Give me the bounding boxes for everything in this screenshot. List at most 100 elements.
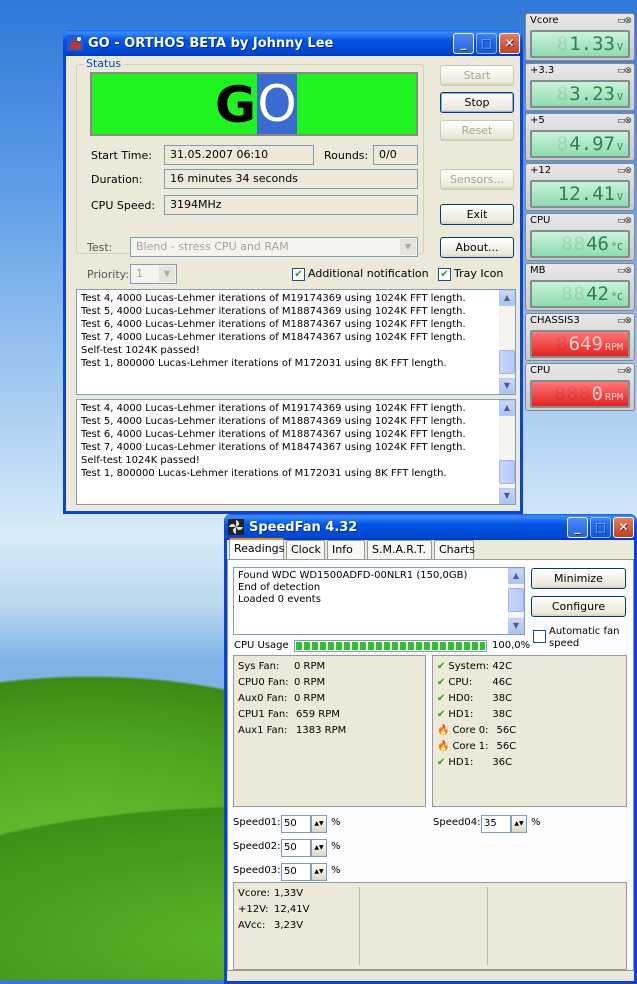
tab-info[interactable]: Info [327,540,365,559]
speed-stepper[interactable]: 50 ▲▼% [281,815,341,833]
start-button[interactable]: Start [440,65,514,86]
gadget-controls-icon[interactable]: ▭⊗ [617,266,632,276]
sensor-gadget[interactable]: +12 ▭⊗ 12.41 V [525,163,635,211]
priority-select[interactable]: 1 ▼ [130,264,177,284]
scroll-down-icon[interactable]: ▼ [508,618,524,634]
scroll-up-icon[interactable]: ▲ [499,290,515,306]
gadget-display-ghost: 8 [556,33,570,55]
sensors-button[interactable]: Sensors... [440,169,514,190]
minimize-button[interactable]: _ [567,516,588,538]
speed-label: Speed04: [433,817,481,828]
scroll-up-icon[interactable]: ▲ [499,400,515,416]
gadget-display: 8846 °C [530,230,630,258]
log-pane-2[interactable]: Test 4, 4000 Lucas-Lehmer iterations of … [76,399,516,505]
scroll-thumb[interactable] [499,460,515,484]
speed-stepper[interactable]: 50 ▲▼% [281,863,341,881]
tray-icon-checkbox[interactable]: ✔ Tray Icon [438,267,503,281]
go-status-display: G O [90,72,418,136]
fan-readings-panel: Sys Fan: 0 RPM CPU0 Fan: 0 RPM Aux0 Fan: 0 RP… [233,655,426,807]
cpu-usage-bar-fill [296,642,485,650]
speed-stepper[interactable]: 35 ▲▼% [481,815,541,833]
gadget-display-ghost: 8 [556,83,570,105]
close-button[interactable]: ✕ [499,32,520,54]
speed-stepper-arrows-icon[interactable]: ▲▼ [311,839,327,857]
fan-value: 659 RPM [296,709,340,720]
sensor-gadget[interactable]: +5 ▭⊗ 84.97 V [525,113,635,161]
sensor-gadget[interactable]: +3.3 ▭⊗ 83.23 V [525,63,635,111]
temperature-value: 36C [492,757,513,768]
scroll-thumb[interactable] [508,588,524,612]
percent-sign: % [331,865,341,876]
speed-stepper[interactable]: 50 ▲▼% [281,839,341,857]
temperature-value: 42C [492,661,513,672]
speed-stepper-arrows-icon[interactable]: ▲▼ [311,863,327,881]
gadget-name: MB [530,265,546,276]
gadget-unit: °C [610,242,623,253]
reset-button[interactable]: Reset [440,120,514,141]
speed-value[interactable]: 50 [281,863,311,881]
gadget-name: +12 [530,165,552,176]
fan-reading: CPU0 Fan: 0 RPM [238,675,421,691]
sensor-gadget[interactable]: CPU ▭⊗ 8846 °C [525,213,635,261]
gadget-controls-icon[interactable]: ▭⊗ [617,166,632,176]
log-pane-1[interactable]: Test 4, 4000 Lucas-Lehmer iterations of … [76,289,516,395]
speed-value[interactable]: 50 [281,839,311,857]
about-button[interactable]: About... [440,237,514,258]
close-button[interactable]: ✕ [613,516,634,538]
scroll-thumb[interactable] [499,350,515,374]
sensor-gadget[interactable]: Vcore ▭⊗ 81.33 V [525,13,635,61]
log-1-scrollbar[interactable]: ▲ ▼ [499,290,515,394]
minimize-button[interactable]: _ [453,32,474,54]
speedfan-titlebar[interactable]: SpeedFan 4.32 _ □ ✕ [224,514,637,540]
temperature-label: System: [448,661,490,672]
gadget-controls-icon[interactable]: ▭⊗ [617,16,632,26]
log-line: Test 7, 4000 Lucas-Lehmer iterations of … [81,332,466,343]
fan-reading: Sys Fan: 0 RPM [238,659,421,675]
gadget-controls-icon[interactable]: ▭⊗ [617,216,632,226]
priority-label: Priority: [87,268,130,281]
gadget-value: 0 [591,383,603,405]
gadget-controls-icon[interactable]: ▭⊗ [617,66,632,76]
fan-icon [228,519,244,535]
gadget-controls-icon[interactable]: ▭⊗ [617,316,632,326]
voltage-label: AVcc: [238,920,266,931]
log-line: Test 6, 4000 Lucas-Lehmer iterations of … [81,429,466,440]
exit-button[interactable]: Exit [440,204,514,225]
temperature-value: 56C [496,725,517,736]
tab-smart[interactable]: S.M.A.R.T. [367,540,432,559]
voltage-divider [359,887,360,965]
gadget-unit: V [616,192,623,203]
gadget-controls-icon[interactable]: ▭⊗ [617,366,632,376]
speedfan-log-scrollbar[interactable]: ▲ ▼ [508,568,524,634]
gadget-controls-icon[interactable]: ▭⊗ [617,116,632,126]
speed-stepper-arrows-icon[interactable]: ▲▼ [511,815,527,833]
scroll-down-icon[interactable]: ▼ [499,378,515,394]
automatic-fan-speed-checkbox[interactable]: Automatic fan speed [533,626,633,650]
log-line: Test 5, 4000 Lucas-Lehmer iterations of … [81,416,466,427]
checkbox-checked-icon: ✔ [438,267,451,281]
sensor-gadget[interactable]: CHASSIS3 ▭⊗ 8649 RPM [525,313,635,361]
gadget-name: Vcore [530,15,559,26]
speed-value[interactable]: 35 [481,815,511,833]
speed-stepper-arrows-icon[interactable]: ▲▼ [311,815,327,833]
speedfan-log[interactable]: Found WDC WD1500ADFD-00NLR1 (150,0GB) End… [233,567,525,635]
sensor-gadget[interactable]: MB ▭⊗ 8842 °C [525,263,635,311]
scroll-down-icon[interactable]: ▼ [499,488,515,504]
gadget-display: 8649 RPM [530,330,630,358]
temperature-reading: ✔ HD1: 38C [437,707,622,723]
minimize-app-button[interactable]: Minimize [531,568,626,589]
sensor-gadget[interactable]: CPU ▭⊗ 8880 RPM [525,363,635,411]
additional-notification-checkbox[interactable]: ✔ Additional notification [292,267,429,281]
configure-button[interactable]: Configure [531,596,626,617]
speed-value[interactable]: 50 [281,815,311,833]
check-icon: ✔ [437,709,446,720]
tab-readings[interactable]: Readings [229,538,284,560]
temperature-value: 56C [496,741,517,752]
log-2-scrollbar[interactable]: ▲ ▼ [499,400,515,504]
tab-charts[interactable]: Charts [434,540,475,559]
tab-clock[interactable]: Clock [286,540,325,559]
orthos-titlebar[interactable]: GO - ORTHOS BETA by Johnny Lee _ □ ✕ [63,30,523,56]
scroll-up-icon[interactable]: ▲ [508,568,524,584]
test-select[interactable]: Blend - stress CPU and RAM ▼ [130,237,418,257]
stop-button[interactable]: Stop [440,92,514,113]
